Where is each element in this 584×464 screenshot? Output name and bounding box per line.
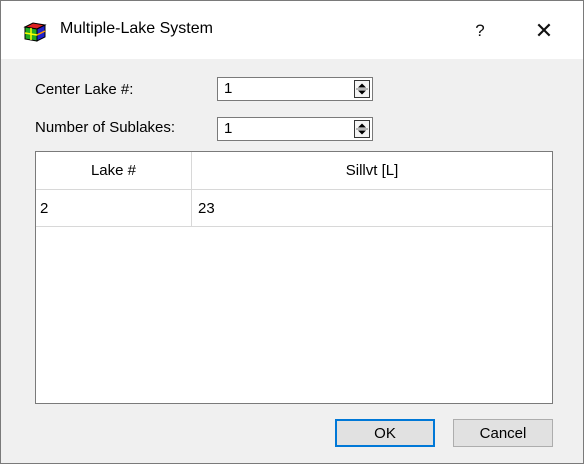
cancel-button[interactable]: Cancel <box>453 419 553 447</box>
title-bar: Multiple-Lake System ? ✕ <box>1 1 583 59</box>
sublakes-spinbox[interactable]: 1 <box>217 117 373 141</box>
cell-sillvt[interactable]: 23 <box>192 190 552 226</box>
center-lake-label: Center Lake #: <box>35 81 134 98</box>
center-lake-spinbox[interactable]: 1 <box>217 77 373 101</box>
ok-button[interactable]: OK <box>335 419 435 447</box>
table-row[interactable]: 2 23 <box>36 190 552 227</box>
column-header-lake[interactable]: Lake # <box>36 152 192 190</box>
dialog-window: Multiple-Lake System ? ✕ Center Lake #: … <box>0 0 584 464</box>
column-header-sillvt[interactable]: Sillvt [L] <box>192 152 552 190</box>
help-button[interactable]: ? <box>457 11 503 51</box>
sublake-table: Lake # Sillvt [L] 2 23 <box>35 151 553 404</box>
spin-arrows-icon[interactable] <box>354 120 370 138</box>
cell-lake-number[interactable]: 2 <box>36 190 192 226</box>
spin-arrows-icon[interactable] <box>354 80 370 98</box>
window-title: Multiple-Lake System <box>60 20 213 37</box>
sublakes-value: 1 <box>224 120 233 137</box>
sublakes-label: Number of Sublakes: <box>35 119 176 136</box>
center-lake-value: 1 <box>224 80 233 97</box>
close-button[interactable]: ✕ <box>521 11 567 51</box>
app-cube-icon <box>23 21 47 43</box>
